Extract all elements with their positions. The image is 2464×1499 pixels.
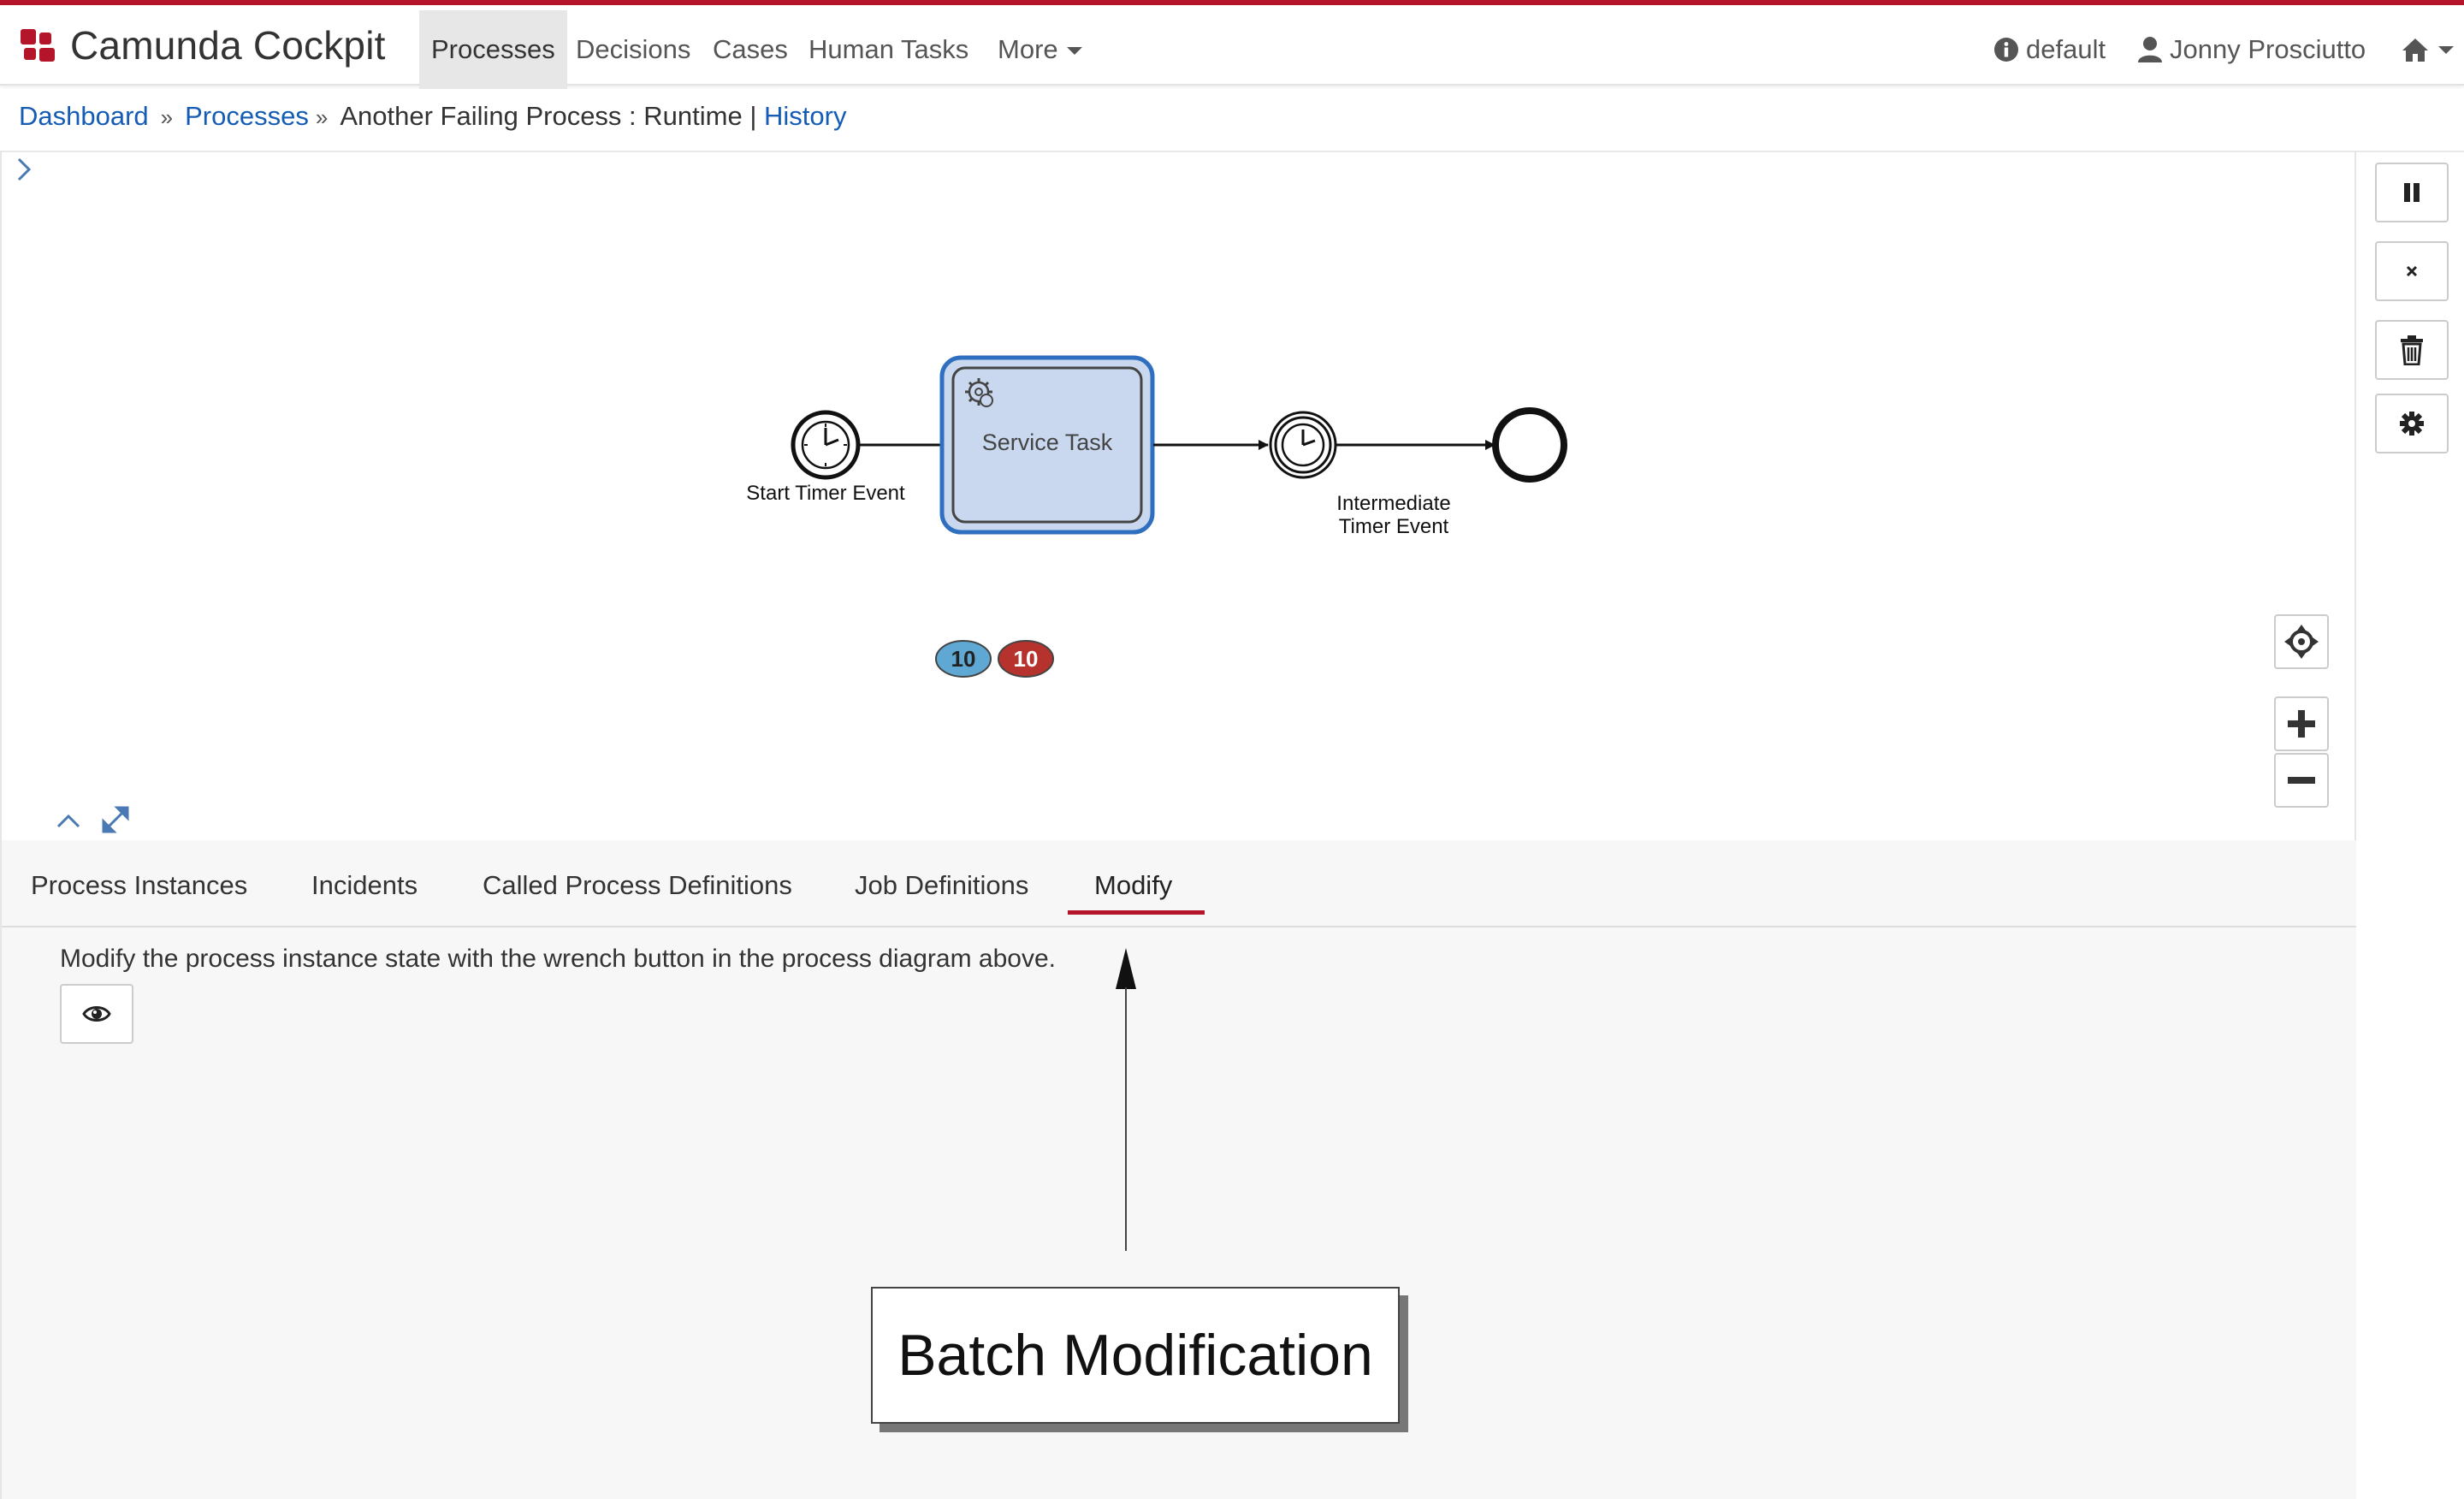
engine-selector[interactable]: default [1993,10,2106,89]
tab-modify-label: Modify [1094,870,1173,900]
breadcrumb-separator: » [315,104,329,130]
app-title: Camunda Cockpit [70,23,386,68]
nav-human-tasks[interactable]: Human Tasks [808,10,968,89]
user-name: Jonny Prosciutto [2170,34,2366,64]
service-task[interactable]: Service Task [939,355,1155,535]
batch-modification-label: Batch Modification [897,1323,1373,1388]
modify-description: Modify the process instance state with t… [60,945,1056,973]
cancel-instances-button[interactable] [2375,241,2449,301]
bpmn-diagram: Start Timer Event Service Task 10 10 Int… [56,355,1567,833]
trash-icon [2401,335,2423,365]
nav-more-label: More [998,34,1058,64]
chevron-right-icon[interactable] [12,154,38,188]
nav-decisions[interactable]: Decisions [576,10,690,89]
action-panel [2354,152,2464,1499]
brand[interactable]: Camunda Cockpit [19,23,386,68]
start-timer-event-label: Start Timer Event [746,482,905,505]
suspend-button[interactable] [2375,163,2449,222]
tab-called-process-definitions-label: Called Process Definitions [483,870,792,900]
zoom-out-button[interactable] [2274,753,2329,808]
intermediate-timer-event[interactable] [1269,411,1337,479]
top-navbar: Camunda Cockpit Processes Decisions Case… [0,5,2464,89]
running-instances-badge[interactable]: 10 [935,640,992,678]
nav-decisions-label: Decisions [576,34,691,64]
breadcrumb-dashboard[interactable]: Dashboard [19,101,149,131]
gear-icon-small [980,394,993,407]
service-task-label: Service Task [982,430,1113,455]
crosshair-icon [2284,625,2319,659]
breadcrumb-pipe: | [749,101,757,131]
user-menu[interactable]: Jonny Prosciutto [2137,10,2366,89]
tab-incidents[interactable]: Incidents [311,840,418,924]
eye-icon [82,1006,111,1022]
tab-bar: Process Instances Incidents Called Proce… [2,840,2356,927]
close-icon [2406,265,2418,277]
nav-processes[interactable]: Processes [419,10,567,89]
expand-icon[interactable] [102,806,129,833]
breadcrumb: Dashboard» Processes» Another Failing Proc… [19,101,846,132]
breadcrumb-separator: » [160,104,174,130]
chevron-down-icon [1066,47,1082,56]
view-modification-button[interactable] [60,984,133,1044]
nav-processes-label: Processes [431,34,555,64]
nav-cases[interactable]: Cases [713,10,788,89]
start-timer-event[interactable] [791,410,861,480]
collapse-up-icon[interactable] [56,814,80,828]
tab-process-instances[interactable]: Process Instances [31,840,247,924]
minus-icon [2288,777,2315,784]
nav-more-dropdown[interactable]: More [998,10,1082,89]
intermediate-timer-label-line1: Intermediate [1336,492,1450,515]
settings-button[interactable] [2375,394,2449,453]
incidents-badge[interactable]: 10 [998,640,1054,678]
running-count: 10 [951,646,976,672]
active-tab-indicator [1068,910,1205,915]
incident-count: 10 [1014,646,1039,672]
user-icon [2138,37,2162,62]
pause-icon [2404,183,2420,202]
reset-zoom-button[interactable] [2274,614,2329,669]
process-diagram-canvas[interactable]: Start Timer Event Service Task 10 10 Int… [0,152,2356,840]
info-icon [1994,38,2018,62]
delete-button[interactable] [2375,320,2449,380]
gear-icon [2400,412,2424,435]
camunda-logo-icon [21,29,55,62]
breadcrumb-processes[interactable]: Processes [185,101,309,131]
tab-incidents-label: Incidents [311,870,418,900]
annotation-arrow [1116,948,1136,1251]
tab-job-definitions-label: Job Definitions [855,870,1029,900]
tab-job-definitions[interactable]: Job Definitions [855,840,1028,924]
nav-cases-label: Cases [713,34,788,64]
home-menu[interactable] [2401,10,2454,89]
batch-modification-callout: Batch Modification [871,1287,1400,1424]
intermediate-timer-label-line2: Timer Event [1339,515,1449,538]
chevron-down-icon [2438,45,2454,54]
plus-icon [2288,710,2315,738]
end-event[interactable] [1492,407,1567,483]
breadcrumb-history-link[interactable]: History [764,101,846,131]
breadcrumb-current: Another Failing Process : Runtime [340,101,743,131]
tab-called-process-definitions[interactable]: Called Process Definitions [483,840,792,924]
tab-process-instances-label: Process Instances [31,870,248,900]
home-icon [2402,39,2428,62]
nav-human-tasks-label: Human Tasks [808,34,969,64]
engine-name: default [2026,34,2106,64]
zoom-in-button[interactable] [2274,696,2329,751]
